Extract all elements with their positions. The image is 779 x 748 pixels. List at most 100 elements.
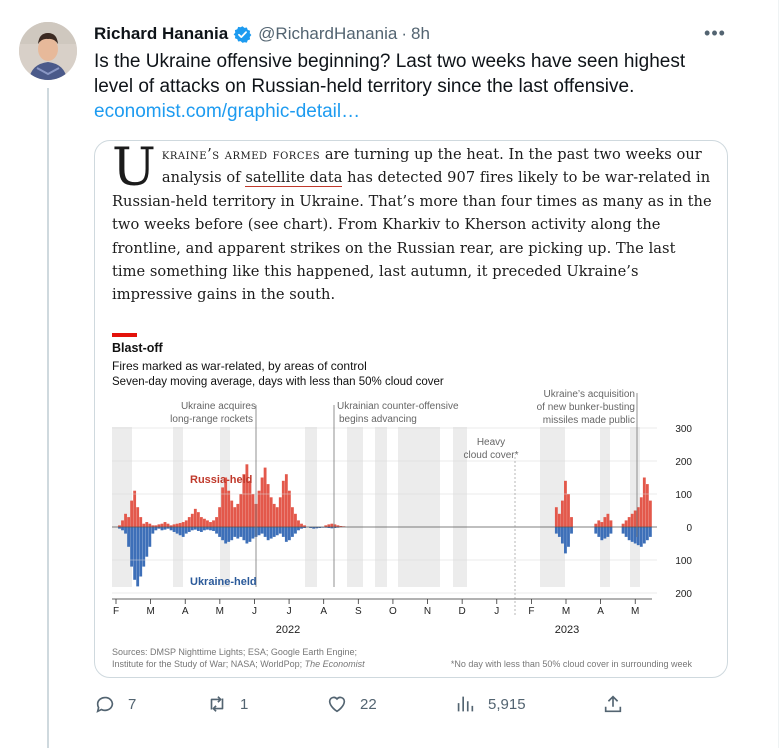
ukraine-bar: [278, 527, 282, 534]
x-tick-label: A: [182, 606, 189, 617]
chart-accent-bar: [112, 333, 137, 337]
ukraine-bar: [142, 527, 146, 567]
russia-bar: [193, 508, 197, 527]
ukraine-bar: [242, 527, 246, 541]
ukraine-bar: [281, 527, 285, 537]
reply-button[interactable]: 7: [94, 693, 136, 715]
russia-bar: [570, 517, 573, 527]
ukraine-bar: [209, 527, 212, 531]
attached-image[interactable]: Ukraine’s armed forces are turning up th…: [94, 140, 728, 678]
cloud-band-6: [398, 427, 440, 587]
russia-bar: [215, 517, 218, 527]
ukraine-bar: [230, 527, 234, 541]
timestamp[interactable]: 8h: [411, 24, 430, 44]
author-name[interactable]: Richard Hanania: [94, 24, 228, 44]
russia-bar: [294, 513, 297, 527]
x-tick-label: D: [459, 606, 466, 617]
avatar[interactable]: [19, 22, 77, 80]
ukraine-bar: [630, 527, 634, 542]
annotation-counteroffensive-1: Ukrainian counter-offensive: [337, 401, 459, 412]
russia-bar: [136, 507, 140, 527]
ukraine-bar: [251, 527, 255, 539]
ukraine-bar: [184, 527, 188, 534]
ukraine-bar: [639, 527, 643, 547]
russia-bar: [272, 503, 276, 527]
like-button[interactable]: 22: [326, 693, 377, 715]
year-label-2023: 2023: [555, 624, 579, 636]
ukraine-bar: [603, 527, 607, 539]
ukraine-bar: [290, 527, 294, 537]
ukraine-bar: [284, 527, 288, 542]
tweet[interactable]: Richard Hanania @RichardHanania · 8h •••…: [0, 0, 779, 748]
russia-bar: [124, 513, 127, 527]
ukraine-bar: [181, 527, 185, 537]
y-tick-label: 100: [675, 490, 692, 501]
russia-bar: [239, 494, 243, 527]
russia-bar: [236, 503, 240, 527]
ukraine-bar: [175, 527, 179, 534]
sources-line-2: Institute for the Study of War; NASA; Wo…: [112, 659, 365, 669]
russia-bar: [594, 523, 598, 527]
retweet-button[interactable]: 1: [206, 693, 248, 715]
annotation-missiles-3: missiles made public: [543, 415, 635, 426]
russia-bar: [284, 474, 288, 527]
footnote: *No day with less than 50% cloud cover i…: [451, 659, 693, 669]
year-label-2022: 2022: [276, 624, 300, 636]
russia-bar: [621, 523, 625, 527]
author-handle[interactable]: @RichardHanania: [258, 24, 397, 44]
russia-bar: [633, 510, 637, 527]
russia-bar: [199, 517, 203, 527]
ukraine-bar: [648, 527, 652, 537]
ukraine-bar: [136, 527, 140, 587]
series-label-ukraine: Ukraine-held: [190, 576, 257, 588]
russia-bar: [642, 477, 646, 527]
ukraine-bar: [560, 527, 564, 544]
verified-badge-icon[interactable]: [233, 25, 252, 44]
russia-bar: [251, 494, 255, 527]
more-options-icon[interactable]: •••: [702, 22, 728, 46]
separator-dot: ·: [401, 24, 407, 43]
ukraine-bar: [178, 527, 182, 536]
russia-bar: [127, 517, 131, 527]
russia-bar: [600, 522, 604, 527]
x-tick-label: F: [113, 606, 119, 617]
russia-bar: [145, 522, 149, 527]
ukraine-bar: [239, 527, 243, 537]
russia-bar: [300, 523, 303, 527]
russia-bar: [290, 507, 294, 527]
views-button[interactable]: 5,915: [454, 693, 526, 715]
ukraine-bar: [221, 527, 225, 541]
ukraine-bar: [557, 527, 561, 537]
russia-bar: [142, 523, 146, 527]
ukraine-bar: [212, 527, 215, 531]
series-label-russia: Russia-held: [190, 474, 252, 486]
tweet-link[interactable]: economist.com/graphic-detail…: [94, 99, 360, 124]
ukraine-bar: [160, 527, 164, 531]
russia-bar: [148, 523, 152, 527]
like-count: 22: [360, 695, 377, 713]
x-tick-label: N: [424, 606, 431, 617]
russia-bar: [181, 522, 185, 527]
ukraine-bar: [127, 527, 131, 547]
ukraine-bar: [621, 527, 625, 534]
thread-line: [47, 88, 49, 748]
x-tick-label: S: [355, 606, 362, 617]
ukraine-bar: [145, 527, 149, 557]
share-button[interactable]: [602, 693, 624, 715]
ukraine-bar: [245, 527, 249, 544]
x-tick-label: M: [146, 606, 154, 617]
ukraine-bar: [154, 527, 158, 531]
ukraine-bar: [606, 527, 610, 537]
ukraine-bar: [594, 527, 598, 534]
annotation-missiles-2: of new bunker-busting: [537, 402, 635, 413]
russia-bar: [218, 507, 222, 527]
y-tick-label: 200: [675, 457, 692, 468]
cloud-band-3: [305, 427, 317, 587]
ukraine-bar: [609, 527, 613, 534]
tweet-header: Richard Hanania @RichardHanania · 8h: [94, 23, 430, 45]
russia-bar: [206, 520, 209, 527]
russia-bar: [275, 507, 279, 527]
x-tick-label: M: [631, 606, 639, 617]
russia-bar: [233, 507, 237, 527]
y-tick-label: 0: [686, 523, 692, 534]
